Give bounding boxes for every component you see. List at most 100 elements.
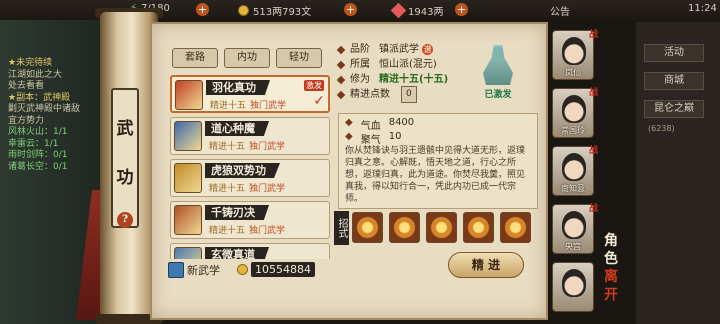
ingot-icon	[390, 2, 407, 19]
battle-badge: 战	[588, 146, 598, 156]
tab-routine[interactable]: 套路	[172, 48, 218, 68]
quest-line: 江湖如此之大	[8, 69, 63, 80]
currency-total: 10554884	[237, 262, 315, 277]
quest-line: 剿灭武神殿中诸敌	[8, 104, 81, 114]
quest-line: 诸葛长空：0/1	[8, 161, 68, 172]
coin-icon	[238, 5, 249, 16]
leave-role-label[interactable]: 角 色 离 开	[604, 232, 624, 304]
skill-list[interactable]: 羽化真功 精进十五 独门武学 激发 ✓ 道心种魔 精进十五 独门武学 虎狼双势功 精进十五 独门武学…	[170, 75, 330, 259]
skill-scroll-icon	[174, 247, 202, 259]
points-row: 精进点数 0	[336, 86, 448, 103]
skill-item[interactable]: 虎狼双势功精进十五 独门武学	[170, 159, 330, 197]
kunlun-button[interactable]: 昆仑之巅	[644, 100, 704, 118]
move-icon[interactable]	[463, 212, 494, 243]
clock: 11:24	[688, 3, 717, 14]
new-skill-button[interactable]: 新武学	[168, 262, 220, 278]
moves-row	[352, 212, 531, 243]
skill-category-tabs: 套路 内功 轻功	[172, 48, 322, 68]
quest-line: 幸雷云：1/1	[8, 138, 59, 149]
skill-item[interactable]: 千铸刃决精进十五 独门武学	[170, 201, 330, 239]
grade-row: 品阶 镇派武学 谱	[336, 42, 448, 57]
skill-item[interactable]: 玄微真道	[170, 243, 330, 259]
skill-item[interactable]: 道心种魔精进十五 独门武学	[170, 117, 330, 155]
skill-item[interactable]: 羽化真功 精进十五 独门武学 激发 ✓	[170, 75, 330, 113]
skill-level: 精进十五 独门武学	[209, 184, 286, 194]
coin-value: 513两793文	[253, 7, 312, 18]
skill-name: 羽化真功	[206, 80, 270, 95]
quest-line: ★副本：武神殿	[8, 92, 71, 103]
character-portrait[interactable]: 央宫 战	[552, 204, 598, 254]
avatar	[562, 95, 586, 123]
battle-badge: 战	[588, 88, 598, 98]
martial-arts-title: 武 功 ?	[111, 88, 139, 228]
tab-inner[interactable]: 内功	[224, 48, 270, 68]
character-name: 南知意	[561, 184, 585, 193]
faction-row: 所属 恒山派(混元)	[336, 57, 448, 72]
server-note: (6238)	[648, 124, 675, 133]
quest-line: 宜方势力	[8, 115, 45, 126]
diamond-icon	[336, 75, 346, 84]
shop-button[interactable]: 商城	[644, 72, 704, 90]
move-icon[interactable]	[352, 212, 383, 243]
book-icon	[168, 262, 184, 278]
move-icon[interactable]	[389, 212, 420, 243]
practice-button[interactable]: 精 进	[448, 252, 524, 278]
active-badge: 激发	[304, 80, 324, 91]
quest-line: 雨时剑阵：0/1	[8, 150, 68, 160]
skill-state-portrait: 已激发	[470, 45, 526, 103]
quest-line: 处去看看	[8, 81, 45, 91]
add-coin-button[interactable]: +	[344, 3, 357, 16]
stat-row: ◆ 气血 8400	[345, 117, 415, 132]
grade-badge: 谱	[422, 44, 433, 55]
skill-scroll-icon	[175, 80, 203, 110]
skill-level: 精进十五 独门武学	[210, 101, 287, 111]
right-sidebar	[636, 22, 720, 324]
add-ingot-button[interactable]: +	[455, 3, 468, 16]
skill-detail: 品阶 镇派武学 谱 所属 恒山派(混元) 修为 精进十五(十五) 精进点数 0	[336, 42, 448, 103]
activity-button[interactable]: 活动	[644, 44, 704, 62]
avatar	[562, 269, 586, 297]
moves-label: 招式	[334, 211, 349, 245]
avatar	[562, 153, 586, 181]
skill-level: 精进十五 独门武学	[209, 142, 286, 152]
add-energy-button[interactable]: +	[196, 3, 209, 16]
skill-scroll-icon	[174, 205, 202, 235]
ingot-display: 1943两	[390, 2, 443, 19]
diamond-icon: ◆	[345, 131, 353, 142]
skill-name: 玄微真道	[205, 247, 269, 259]
skill-scroll-icon	[174, 121, 202, 151]
character-list: 岚仙战常国玲战南知意战央宫战	[552, 30, 598, 320]
character-name: 央宫	[565, 242, 581, 251]
character-portrait[interactable]: 南知意 战	[552, 146, 598, 196]
skill-name: 千铸刃决	[205, 205, 269, 220]
cultivation-row: 修为 精进十五(十五)	[336, 72, 448, 87]
character-portrait[interactable]: 常国玲 战	[552, 88, 598, 138]
announcement-button[interactable]: 公告	[550, 3, 570, 18]
diamond-icon	[336, 45, 346, 54]
diamond-icon	[336, 60, 346, 69]
character-name: 岚仙	[565, 68, 581, 77]
coin-icon	[237, 264, 248, 275]
diamond-icon	[336, 90, 346, 99]
diamond-icon: ◆	[345, 117, 353, 128]
battle-badge: 战	[588, 30, 598, 40]
stats-box: ◆ 气血 8400 ◆ 聚气 10 你从焚锋诀与羽王遗骸中见得大道无形，返璞归真…	[338, 113, 538, 209]
character-portrait[interactable]	[552, 262, 594, 312]
skill-scroll-icon	[174, 163, 202, 193]
move-icon[interactable]	[500, 212, 531, 243]
quest-line: 风林火山：1/1	[8, 127, 68, 137]
tab-lightness[interactable]: 轻功	[276, 48, 322, 68]
avatar	[562, 211, 586, 239]
meditation-figure-icon	[483, 45, 513, 85]
help-icon[interactable]: ?	[117, 212, 133, 228]
move-icon[interactable]	[426, 212, 457, 243]
skill-level: 精进十五 独门武学	[209, 226, 286, 236]
character-portrait[interactable]: 岚仙 战	[552, 30, 598, 80]
skill-name: 虎狼双势功	[205, 163, 280, 178]
avatar	[562, 37, 586, 65]
battle-badge: 战	[588, 204, 598, 214]
stat-row: ◆ 聚气 10	[345, 131, 402, 146]
skill-name: 道心种魔	[205, 121, 269, 136]
coin-display: 513两793文	[238, 3, 311, 18]
quest-line: ★未完待续	[8, 58, 53, 68]
